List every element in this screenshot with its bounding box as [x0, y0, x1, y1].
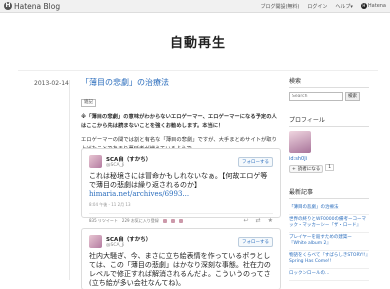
follow-button[interactable]: フォローする — [238, 236, 273, 247]
recent-list: 「薄目の悲劇」の治療法 世界の終りとWF0000の備考ーコーマック・マッカーシー… — [289, 203, 369, 281]
search-form: 検索 — [289, 92, 369, 101]
recent-item[interactable]: ロックンロールの… — [289, 269, 369, 281]
entry-title[interactable]: 「薄目の悲劇」の治療法 — [81, 77, 281, 88]
logo-text: Hatena Blog — [14, 1, 61, 11]
embedded-tweet: SCA自（すかち） @SCA_Ji フォローする これは秘境さには冒命かもしれな… — [81, 148, 281, 224]
profile-heading: プロフィール — [289, 115, 369, 127]
tweet-author-handle[interactable]: @SCA_Ji — [106, 163, 234, 168]
recent-heading: 最新記事 — [289, 187, 369, 199]
entry: 「薄目の悲劇」の治療法 雑記 ※「薄目の悲劇」の意味がわからないエロゲーマー、エ… — [81, 77, 281, 154]
entry-date[interactable]: 2013-02-14 — [34, 80, 69, 87]
profile-image[interactable] — [289, 131, 311, 153]
plus-icon: + — [292, 166, 296, 172]
retweet-count: 835 リツイート — [89, 217, 118, 223]
hatena-icon: H — [360, 3, 367, 9]
hatena-logo-icon: H — [4, 2, 12, 10]
search-button[interactable]: 検索 — [345, 92, 360, 101]
favorite-count: 229 お気に入り登録 — [121, 217, 159, 223]
hatena-link[interactable]: H Hatena — [360, 3, 386, 9]
avatar — [178, 218, 183, 223]
search-input[interactable] — [289, 92, 343, 101]
sidebar: 検索 検索 プロフィール id:sh0Ji + 読者になる 1 最新記事 「薄目… — [289, 76, 369, 281]
embedded-tweet: SCA自（すかち） @SCA_Ji フォローする 社内大騒ぎ、今、まさに立ち絵表… — [81, 228, 281, 289]
tweet-author-handle[interactable]: @SCA_Ji — [106, 243, 234, 248]
avatar — [170, 218, 175, 223]
subscribe-button[interactable]: + 読者になる — [289, 165, 324, 173]
blog-header: 自動再生 — [18, 13, 378, 71]
favorite-icon[interactable]: ★ — [268, 217, 273, 224]
entry-warning: ※「薄目の悲劇」の意味がわからないエロゲーマー、エロゲーマーになる予定の人はここ… — [81, 114, 277, 129]
follow-button[interactable]: フォローする — [238, 156, 273, 167]
recent-item[interactable]: 世界の終りとWF0000の備考ーコーマック・マッカーシー『ザ・ロード』 — [289, 215, 369, 233]
blog-title[interactable]: 自動再生 — [170, 32, 226, 51]
hatena-blog-logo[interactable]: H Hatena Blog — [4, 2, 60, 11]
recent-item[interactable]: プレイヤーを殺すための建築ー『White album 2』 — [289, 233, 369, 251]
avatar[interactable] — [89, 155, 102, 168]
divider — [69, 80, 70, 280]
search-heading: 検索 — [289, 76, 369, 88]
tweet-text: これは秘境さには冒命かもしれないなぁ。【何故エロゲ等で薄目の悲劇は繰り返されるの… — [89, 172, 268, 198]
retweet-icon[interactable]: ⇄ — [256, 217, 261, 224]
category-badge[interactable]: 雑記 — [81, 99, 96, 107]
recent-item[interactable]: 「薄目の悲劇」の治療法 — [289, 203, 369, 215]
help-menu[interactable]: ヘルプ▾ — [335, 3, 353, 10]
avatar — [162, 218, 167, 223]
global-nav: ブログ開設(無料) ログイン ヘルプ▾ H Hatena — [260, 3, 386, 10]
tweet-timestamp[interactable]: 8:04 午後 - 11 2月 13 — [89, 202, 273, 208]
global-header: H Hatena Blog ブログ開設(無料) ログイン ヘルプ▾ H Hate… — [0, 0, 390, 13]
avatar[interactable] — [89, 235, 102, 248]
reader-count: 1 — [325, 164, 335, 171]
recent-item[interactable]: 物語をくらべて『すばらしきSTORY!!』Spring Has Come!! — [289, 251, 369, 269]
login-link[interactable]: ログイン — [307, 3, 327, 10]
tweet-text: 社内大騒ぎ、今、まさに立ち絵表情を作っているポラとしては、この「薄目の悲劇」はか… — [89, 252, 271, 287]
reply-icon[interactable]: ↩ — [244, 217, 249, 224]
tweet-link[interactable]: himaria.net/archives/6993... — [89, 190, 189, 198]
create-blog-link[interactable]: ブログ開設(無料) — [260, 3, 299, 10]
tweet-author-name[interactable]: SCA自（すかち） — [106, 155, 234, 163]
tweet-author-name[interactable]: SCA自（すかち） — [106, 235, 234, 243]
